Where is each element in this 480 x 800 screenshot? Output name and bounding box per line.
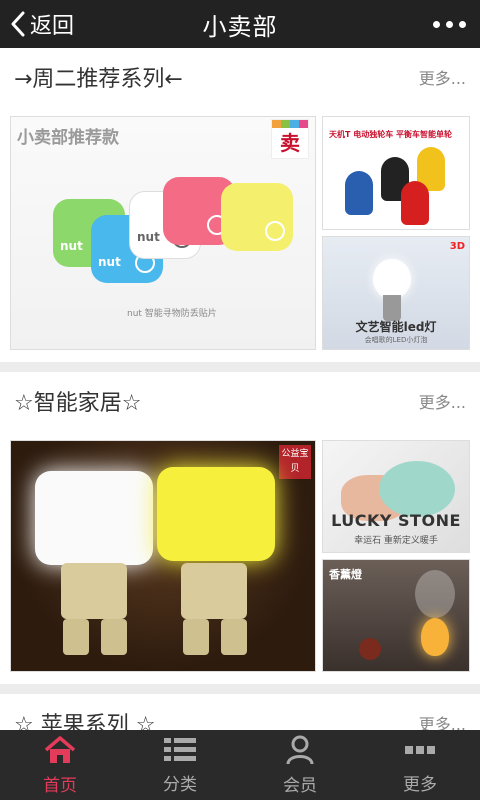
unicycle-shape xyxy=(401,181,429,225)
image-caption: 天机T 电动独轮车 平衡车智能单轮 xyxy=(329,130,453,139)
image-caption: 香薰燈 xyxy=(329,568,362,581)
nut-tag xyxy=(221,183,293,251)
image-caption: 小卖部推荐款 xyxy=(17,128,119,148)
image-subcaption: 会唱歌的LED小灯泡 xyxy=(364,336,428,344)
section-title: →周二推荐系列← xyxy=(14,67,183,92)
section-title: ☆ 苹果系列 ☆ xyxy=(14,713,156,730)
home-icon xyxy=(43,735,77,769)
more-link[interactable]: 更多... xyxy=(419,65,466,89)
product-image-robot-lamps[interactable]: 公益宝贝 xyxy=(10,440,316,672)
image-subcaption: 幸运石 重新定义暖手 xyxy=(354,536,438,546)
section-header: ☆ 苹果系列 ☆ 更多... xyxy=(0,694,480,730)
tab-label: 分类 xyxy=(163,774,197,795)
lamp-yellow xyxy=(157,467,275,561)
section-apple: ☆ 苹果系列 ☆ 更多... xyxy=(0,694,480,730)
section-header: ☆智能家居☆ 更多... xyxy=(0,372,480,430)
section-title: ☆智能家居☆ xyxy=(14,391,142,416)
product-image-led-bulb[interactable]: 3D 文艺智能led灯 会唱歌的LED小灯泡 xyxy=(322,236,470,350)
main-content: →周二推荐系列← 更多... 小卖部推荐款 卖 nut nut nut nut … xyxy=(0,48,480,730)
chevron-left-icon xyxy=(10,11,26,37)
product-image-aroma-diffuser[interactable]: 香薰燈 xyxy=(322,559,470,672)
more-link[interactable]: 更多... xyxy=(419,389,466,413)
tab-label: 更多 xyxy=(403,774,437,795)
product-image-lucky-stone[interactable]: LUCKY STONE 幸运石 重新定义暖手 xyxy=(322,440,470,553)
image-caption: 文艺智能led灯 xyxy=(355,320,437,334)
more-menu-icon[interactable] xyxy=(433,12,466,36)
image-caption: LUCKY STONE xyxy=(331,511,461,530)
list-icon xyxy=(163,736,197,768)
shop-badge: 卖 xyxy=(271,119,309,159)
charity-badge: 公益宝贝 xyxy=(279,445,311,479)
top-bar: 返回 小卖部 xyxy=(0,0,480,48)
back-label: 返回 xyxy=(30,14,75,39)
user-icon xyxy=(285,735,315,769)
more-icon xyxy=(403,736,437,768)
tab-home[interactable]: 首页 xyxy=(0,730,120,800)
bulb-shape xyxy=(373,259,411,299)
image-subcaption: nut 智能寻物防丢贴片 xyxy=(127,309,217,319)
diffuser-shape xyxy=(421,618,449,656)
bottom-tab-bar: 首页 分类 会员 更多 xyxy=(0,730,480,800)
section-smart-home: ☆智能家居☆ 更多... 公益宝贝 LUCKY STONE 幸运石 重新定义暖手… xyxy=(0,372,480,684)
unicycle-shape xyxy=(345,171,373,215)
section-recommend: →周二推荐系列← 更多... 小卖部推荐款 卖 nut nut nut nut … xyxy=(0,48,480,362)
tab-member[interactable]: 会员 xyxy=(240,730,360,800)
section-header: →周二推荐系列← 更多... xyxy=(0,48,480,106)
tab-more[interactable]: 更多 xyxy=(360,730,480,800)
lamp-white xyxy=(35,471,153,565)
product-image-nut-tags[interactable]: 小卖部推荐款 卖 nut nut nut nut 智能寻物防丢贴片 xyxy=(10,116,316,350)
badge-text: 卖 xyxy=(280,131,300,155)
stone-shape xyxy=(379,461,455,517)
tab-label: 首页 xyxy=(43,775,77,796)
page-title: 小卖部 xyxy=(202,12,278,41)
tab-label: 会员 xyxy=(283,775,317,796)
badge-text: 3D xyxy=(449,241,465,252)
more-link[interactable]: 更多... xyxy=(419,711,466,730)
product-image-unicycle[interactable]: 天机T 电动独轮车 平衡车智能单轮 xyxy=(322,116,470,230)
tab-category[interactable]: 分类 xyxy=(120,730,240,800)
back-button[interactable]: 返回 xyxy=(10,0,74,48)
